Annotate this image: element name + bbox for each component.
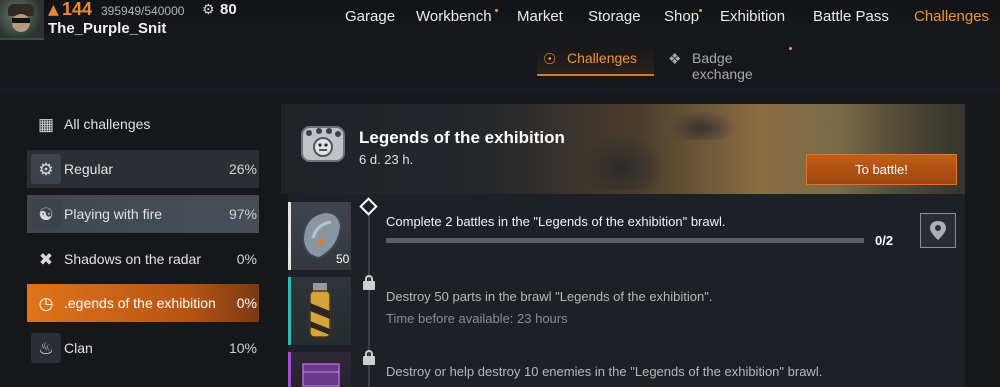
sidebar-item-percent: 0% xyxy=(236,251,257,267)
nav-battle-pass[interactable]: Battle Pass xyxy=(813,8,889,28)
notification-dot xyxy=(789,47,792,50)
time-remaining: 6 d. 23 h. xyxy=(359,152,414,167)
nav-garage[interactable]: Garage xyxy=(345,8,395,28)
sidebar-item-shadows-on-the-radar[interactable]: ✖ Shadows on the radar 0% xyxy=(27,240,259,278)
avatar[interactable] xyxy=(0,0,44,40)
location-pin-icon xyxy=(930,221,946,240)
nav-exhibition[interactable]: Exhibition xyxy=(720,8,785,28)
crate-icon xyxy=(302,363,340,387)
reward-count: 50 xyxy=(336,252,350,266)
player-level: 144 xyxy=(62,0,93,19)
divider xyxy=(0,88,1000,98)
player-xp: 395949/540000 xyxy=(101,4,185,18)
challenge-title: Legends of the exhibition xyxy=(359,128,565,147)
tab-badge-exchange-label: Badge exchange xyxy=(692,50,753,82)
level-icon: ▲ xyxy=(48,2,59,18)
legends-badge-icon xyxy=(301,126,345,162)
regular-icon: ⚙ xyxy=(38,160,54,179)
badge-icon: ❖ xyxy=(668,51,682,68)
sidebar-item-percent: 10% xyxy=(228,340,257,356)
sidebar-item-percent: 97% xyxy=(228,206,257,222)
timer-icon: ◷ xyxy=(38,294,54,313)
sidebar-item-percent: 26% xyxy=(228,161,257,177)
task-progress-label: 0/2 xyxy=(875,233,894,248)
sidebar-item-legends-of-the-exhibition[interactable]: ◷ .egends of the exhibition 0% xyxy=(27,284,259,322)
sidebar-item-playing-with-fire[interactable]: ☯ Playing with fire 97% xyxy=(27,195,259,233)
lock-icon xyxy=(363,350,375,366)
radar-icon: ✖ xyxy=(38,250,54,269)
sidebar-item-all[interactable]: ▦ All challenges xyxy=(27,105,259,143)
notification-dot xyxy=(699,9,702,12)
sidebar-item-regular[interactable]: ⚙ Regular 26% xyxy=(27,150,259,188)
notification-dot xyxy=(495,9,498,12)
sidebar-item-label: .egends of the exhibition xyxy=(64,295,216,311)
grid-icon: ▦ xyxy=(37,115,55,134)
sidebar-item-percent: 0% xyxy=(236,295,257,311)
sidebar-item-label: Regular xyxy=(64,161,114,177)
sidebar-item-label: Shadows on the radar xyxy=(64,251,201,267)
challenges-icon: ☉ xyxy=(543,51,557,68)
pvp-rank: 80 xyxy=(220,1,237,18)
sidebar-item-clan[interactable]: ♨ Clan 10% xyxy=(27,329,259,367)
sidebar-item-label: Clan xyxy=(64,340,93,356)
lock-icon xyxy=(363,275,375,291)
task-description: Destroy 50 parts in the brawl "Legends o… xyxy=(386,289,713,304)
sidebar-item-label: All challenges xyxy=(64,116,151,132)
task-description: Complete 2 battles in the "Legends of th… xyxy=(386,214,726,229)
username: The_Purple_Snit xyxy=(48,20,167,37)
task-description: Destroy or help destroy 10 enemies in th… xyxy=(386,364,823,379)
to-battle-button[interactable]: To battle! xyxy=(806,154,957,185)
fire-icon: ☯ xyxy=(38,205,54,224)
reward-slot[interactable] xyxy=(288,352,351,387)
task-progress-bar xyxy=(386,238,864,243)
nav-storage[interactable]: Storage xyxy=(588,8,641,28)
reward-slot[interactable] xyxy=(288,277,351,345)
track-task-button[interactable] xyxy=(920,213,956,248)
spray-can-icon xyxy=(309,283,331,338)
flame-icon: ♨ xyxy=(38,339,54,358)
pvp-rank-icon: ⚙ xyxy=(202,2,215,18)
nav-challenges[interactable]: Challenges xyxy=(914,8,989,28)
nav-shop[interactable]: Shop xyxy=(664,8,699,28)
task-availability: Time before available: 23 hours xyxy=(386,311,568,326)
tab-challenges-label: Challenges xyxy=(567,50,638,66)
nav-market[interactable]: Market xyxy=(517,8,563,28)
tab-challenges[interactable]: ☉ Challenges xyxy=(537,44,654,76)
sidebar-item-label: Playing with fire xyxy=(64,206,163,222)
tab-badge-exchange[interactable]: ❖ Badge exchange xyxy=(662,44,792,82)
nav-workbench[interactable]: Workbench xyxy=(416,8,492,28)
